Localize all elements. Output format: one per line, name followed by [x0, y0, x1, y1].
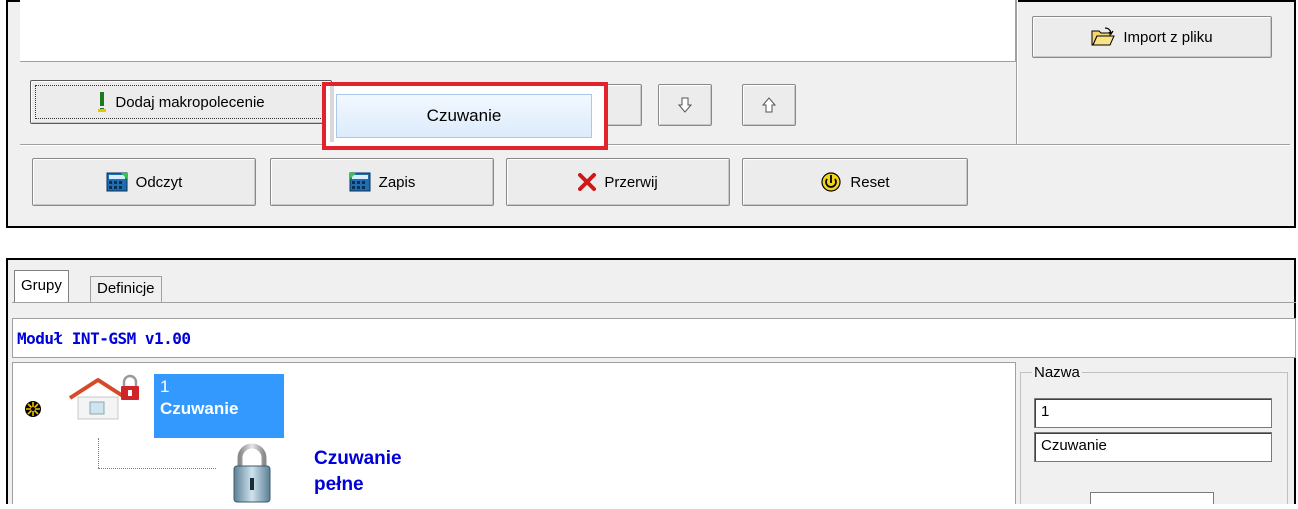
popup-menu-item-czuwanie[interactable]: Czuwanie — [336, 94, 592, 138]
arrow-up-icon — [762, 97, 776, 113]
vertical-divider — [1016, 0, 1018, 144]
write-button[interactable]: Zapis — [270, 158, 494, 206]
tab-baseline — [12, 302, 1296, 303]
import-button-label: Import z pliku — [1123, 28, 1213, 46]
child-line-2: pełne — [314, 474, 364, 495]
tree-connector-vertical — [98, 438, 99, 468]
import-from-file-button[interactable]: Import z pliku — [1032, 16, 1272, 58]
module-title: Moduł INT-GSM v1.00 — [17, 328, 191, 348]
group-name: Czuwanie — [160, 399, 239, 418]
name-text-value: Czuwanie — [1041, 437, 1107, 454]
popup-item-label: Czuwanie — [426, 106, 502, 125]
arrow-down-icon — [678, 97, 692, 113]
reset-button[interactable]: Reset — [742, 158, 968, 206]
popup-shadow — [330, 86, 334, 142]
tab-grupy-label: Grupy — [21, 277, 62, 294]
folder-open-icon — [1091, 27, 1116, 47]
reset-icon — [820, 171, 842, 193]
name-number-value: 1 — [1041, 403, 1050, 420]
horizontal-divider — [20, 144, 1290, 146]
tab-grupy[interactable]: Grupy — [14, 270, 69, 302]
exclamation-icon — [97, 91, 107, 113]
module-title-bar: Moduł INT-GSM v1.00 — [12, 318, 1296, 358]
tab-definicje[interactable]: Definicje — [90, 276, 162, 302]
name-text-field[interactable]: Czuwanie — [1034, 432, 1272, 462]
cut-off-field[interactable] — [1090, 492, 1214, 504]
read-button-label: Odczyt — [135, 173, 183, 191]
gear-bullet-icon — [24, 400, 42, 423]
house-lock-icon — [66, 374, 150, 425]
tab-definicje-label: Definicje — [97, 280, 155, 297]
keypad-icon — [349, 172, 371, 192]
tree-group-selected[interactable]: 1 Czuwanie — [154, 374, 284, 438]
red-x-icon — [578, 173, 597, 191]
tree-child-label[interactable]: Czuwanie pełne — [314, 446, 402, 498]
move-down-button[interactable] — [658, 84, 712, 126]
child-line-1: Czuwanie — [314, 448, 402, 469]
group-number: 1 — [160, 377, 170, 396]
macro-list-area[interactable] — [20, 0, 1016, 62]
name-number-field[interactable]: 1 — [1034, 398, 1272, 428]
abort-button-label: Przerwij — [604, 173, 658, 191]
write-button-label: Zapis — [378, 173, 416, 191]
name-legend: Nazwa — [1032, 364, 1082, 381]
reset-button-label: Reset — [850, 173, 890, 191]
tree-connector-horizontal — [98, 468, 216, 469]
padlock-icon — [230, 440, 274, 509]
add-macro-label: Dodaj makropolecenie — [115, 93, 265, 111]
move-up-button[interactable] — [742, 84, 796, 126]
add-macro-button[interactable]: Dodaj makropolecenie — [30, 80, 332, 124]
abort-button[interactable]: Przerwij — [506, 158, 730, 206]
read-button[interactable]: Odczyt — [32, 158, 256, 206]
keypad-icon — [106, 172, 128, 192]
